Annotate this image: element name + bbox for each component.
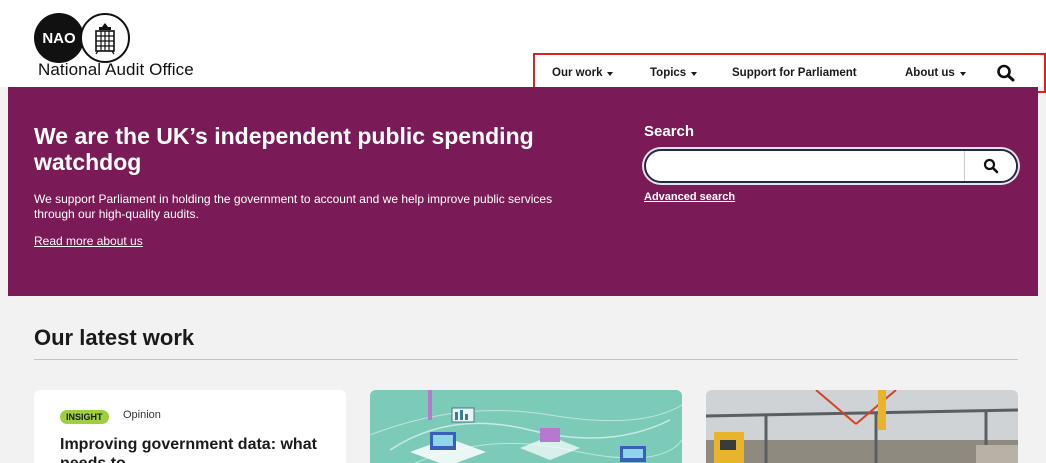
search-label: Search xyxy=(644,123,695,140)
logo-nao-mark: NAO xyxy=(34,13,84,63)
data-servers-illustration xyxy=(370,390,682,463)
caret-down-icon xyxy=(959,71,966,76)
nav-about-us[interactable]: About us xyxy=(905,67,966,79)
logo-short-text: NAO xyxy=(42,29,76,47)
nav-topics[interactable]: Topics xyxy=(650,67,698,79)
site-header: NAO National Audit Office Our work Topic… xyxy=(0,0,1046,93)
caret-down-icon xyxy=(691,71,698,76)
nav-our-work-label: Our work xyxy=(552,67,603,79)
search-icon xyxy=(983,158,998,174)
section-title: Our latest work xyxy=(34,325,195,350)
nao-logo[interactable]: NAO National Audit Office xyxy=(34,13,264,81)
card-title: Improving government data: what needs to xyxy=(60,436,317,463)
nav-support-label: Support for Parliament xyxy=(732,67,857,79)
card-tag: INSIGHT xyxy=(60,410,109,424)
search-box xyxy=(644,149,1018,183)
section-divider xyxy=(34,359,1018,360)
nav-our-work[interactable]: Our work xyxy=(552,67,614,79)
advanced-search-link[interactable]: Advanced search xyxy=(644,191,735,203)
search-button[interactable] xyxy=(964,151,1016,181)
nav-topics-label: Topics xyxy=(650,67,687,79)
hero-description: We support Parliament in holding the gov… xyxy=(34,192,553,221)
construction-site-photo xyxy=(706,390,1018,463)
crest-icon xyxy=(80,13,130,63)
card-type: Opinion xyxy=(123,409,161,421)
nav-about-us-label: About us xyxy=(905,67,955,79)
latest-work-card[interactable] xyxy=(370,390,682,463)
search-input[interactable] xyxy=(646,151,964,181)
read-more-link[interactable]: Read more about us xyxy=(34,234,143,248)
latest-work-card[interactable]: INSIGHT Opinion Improving government dat… xyxy=(34,390,346,463)
hero-banner: We are the UK’s independent public spend… xyxy=(8,87,1038,296)
hero-title: We are the UK’s independent public spend… xyxy=(34,123,534,175)
latest-work-card[interactable] xyxy=(706,390,1018,463)
nav-support-for-parliament[interactable]: Support for Parliament xyxy=(732,67,857,79)
search-icon[interactable] xyxy=(996,64,1018,82)
logo-wordmark: National Audit Office xyxy=(38,60,194,79)
caret-down-icon xyxy=(607,71,614,76)
